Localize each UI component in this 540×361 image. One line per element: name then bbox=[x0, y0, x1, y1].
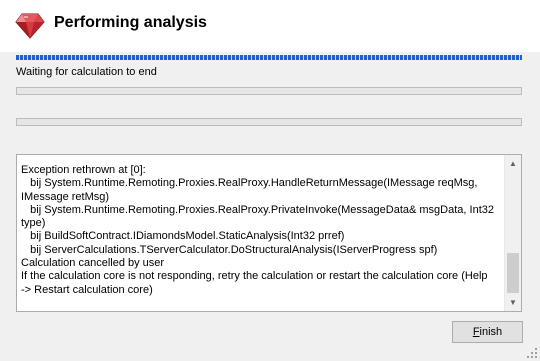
log-line: bij System.Runtime.Remoting.Proxies.Real… bbox=[21, 177, 478, 190]
finish-accesskey: F bbox=[472, 326, 480, 338]
log-line: -> Restart calculation core) bbox=[21, 283, 153, 296]
log-line: If the calculation core is not respondin… bbox=[21, 270, 488, 283]
log-line: type) bbox=[21, 217, 46, 230]
dialog-header: Performing analysis bbox=[0, 0, 540, 52]
log-line: bij System.Runtime.Remoting.Proxies.Real… bbox=[21, 203, 494, 216]
scroll-thumb[interactable] bbox=[507, 253, 519, 293]
log-line: Exception rethrown at [0]: bbox=[21, 164, 146, 176]
header-accent-bar bbox=[16, 55, 522, 60]
log-line: bij ServerCalculations.TServerCalculator… bbox=[21, 243, 438, 256]
step-progress-bar bbox=[16, 118, 522, 126]
analysis-dialog: Performing analysis Waiting for calculat… bbox=[0, 0, 540, 361]
log-line: Calculation cancelled by user bbox=[21, 257, 165, 270]
scroll-up-arrow-icon[interactable]: ▲ bbox=[505, 155, 521, 172]
dialog-title: Performing analysis bbox=[54, 14, 207, 31]
overall-progress-bar bbox=[16, 87, 522, 95]
status-text: Waiting for calculation to end bbox=[16, 66, 157, 78]
scroll-down-arrow-icon[interactable]: ▼ bbox=[505, 294, 521, 311]
log-scrollbar[interactable]: ▲ ▼ bbox=[504, 155, 521, 311]
log-output[interactable]: Exception rethrown at [0]: bij System.Ru… bbox=[16, 154, 522, 312]
resize-grip-icon[interactable] bbox=[526, 347, 538, 359]
ruby-gem-icon bbox=[15, 13, 45, 39]
finish-button[interactable]: Finish bbox=[452, 321, 523, 343]
log-text: Exception rethrown at [0]: bij System.Ru… bbox=[21, 164, 504, 297]
log-line: IMessage retMsg) bbox=[21, 190, 110, 203]
finish-label: inish bbox=[479, 326, 503, 338]
log-line: bij BuildSoftContract.IDiamondsModel.Sta… bbox=[21, 230, 345, 243]
